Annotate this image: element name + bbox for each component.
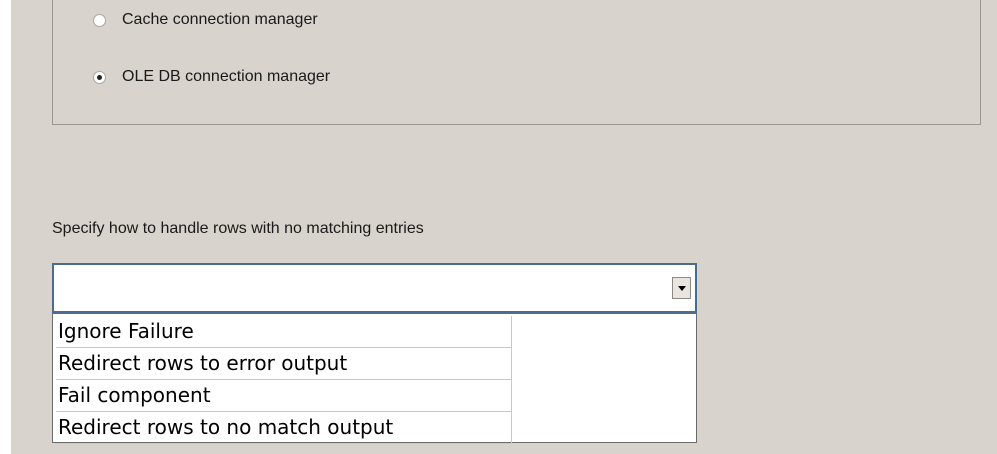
- option-ignore-failure[interactable]: Ignore Failure: [56, 316, 512, 348]
- oledb-connection-radio[interactable]: [93, 70, 106, 84]
- chevron-down-icon: [677, 285, 686, 291]
- no-match-options-list[interactable]: Ignore Failure Redirect rows to error ou…: [52, 313, 697, 444]
- cache-connection-radio[interactable]: [93, 13, 106, 27]
- window-edge: [0, 0, 11, 454]
- option-fail-component[interactable]: Fail component: [56, 380, 512, 412]
- no-match-handling-combobox[interactable]: [52, 263, 697, 313]
- cache-connection-label: Cache connection manager: [122, 11, 318, 28]
- no-match-handling-label: Specify how to handle rows with no match…: [52, 220, 424, 237]
- dropdown-button[interactable]: [672, 277, 691, 299]
- option-redirect-error-output[interactable]: Redirect rows to error output: [56, 348, 512, 380]
- oledb-connection-radio-option[interactable]: OLE DB connection manager: [93, 66, 330, 88]
- cache-connection-radio-option[interactable]: Cache connection manager: [93, 9, 318, 31]
- oledb-connection-label: OLE DB connection manager: [122, 68, 331, 85]
- option-redirect-no-match-output[interactable]: Redirect rows to no match output: [56, 412, 512, 444]
